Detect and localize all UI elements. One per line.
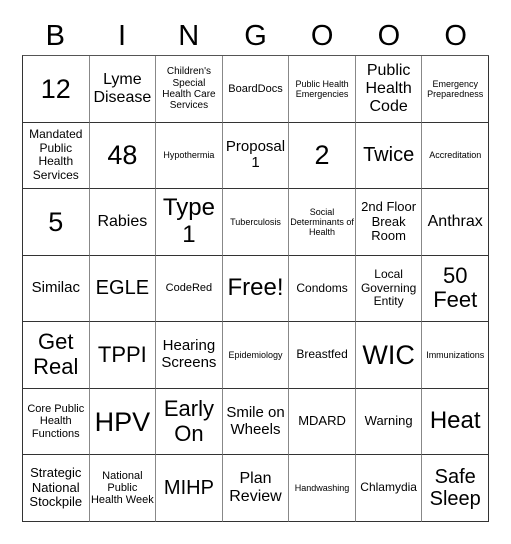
bingo-cell[interactable]: 2 — [289, 122, 356, 190]
bingo-cell[interactable]: Immunizations — [422, 322, 489, 389]
bingo-cell[interactable]: Smile on Wheels — [222, 388, 290, 456]
bingo-cell[interactable]: Condoms — [289, 255, 356, 323]
bingo-cell[interactable]: Similac — [23, 255, 90, 323]
header-letter: G — [244, 20, 267, 52]
bingo-cell[interactable]: Tuberculosis — [222, 189, 290, 256]
bingo-cell[interactable]: 5 — [23, 189, 90, 256]
bingo-cell[interactable]: Handwashing — [289, 455, 356, 522]
bingo-cell[interactable]: Hearing Screens — [156, 322, 223, 389]
header-letter: O — [444, 20, 467, 52]
bingo-cell[interactable]: Warning — [355, 388, 423, 456]
bingo-cell[interactable]: Lyme Disease — [89, 56, 157, 123]
header-letter: I — [118, 20, 127, 52]
bingo-cell[interactable]: HPV — [89, 388, 157, 456]
bingo-cell[interactable]: MIHP — [156, 455, 223, 522]
bingo-cell[interactable]: National Public Health Week — [89, 455, 157, 522]
bingo-cell[interactable]: 50 Feet — [422, 255, 489, 323]
header-letter: O — [377, 20, 401, 52]
bingo-cell[interactable]: EGLE — [89, 255, 157, 323]
bingo-cell[interactable]: Proposal 1 — [222, 122, 290, 190]
bingo-cell[interactable]: BoardDocs — [222, 56, 290, 123]
header-letter: O — [310, 20, 334, 52]
bingo-cell[interactable]: Rabies — [89, 189, 157, 256]
bingo-cell[interactable]: Strategic National Stockpile — [23, 455, 90, 522]
bingo-cell[interactable]: WIC — [355, 322, 423, 389]
bingo-cell[interactable]: Get Real — [23, 322, 90, 389]
bingo-cell[interactable]: Hypothermia — [156, 122, 223, 190]
bingo-cell[interactable]: Public Health Code — [355, 56, 423, 123]
bingo-cell[interactable]: Emergency Preparedness — [422, 56, 489, 123]
bingo-cell[interactable]: Early On — [156, 388, 223, 456]
bingo-cell[interactable]: Chlamydia — [355, 455, 423, 522]
bingo-cell free-space[interactable]: Free! — [222, 255, 290, 323]
bingo-grid: 12 Lyme Disease Children's Special Healt… — [22, 55, 489, 522]
bingo-cell[interactable]: 2nd Floor Break Room — [355, 189, 423, 256]
bingo-cell[interactable]: CodeRed — [156, 255, 223, 323]
bingo-cell[interactable]: Social Determinants of Health — [289, 189, 356, 256]
header-letter: B — [45, 20, 66, 52]
bingo-cell[interactable]: Core Public Health Functions — [23, 388, 90, 456]
bingo-cell[interactable]: 48 — [89, 122, 157, 190]
bingo-cell[interactable]: Anthrax — [422, 189, 489, 256]
bingo-cell[interactable]: Children's Special Health Care Services — [156, 56, 223, 123]
bingo-cell[interactable]: Twice — [355, 122, 423, 190]
bingo-cell[interactable]: TPPI — [89, 322, 157, 389]
bingo-cell[interactable]: Local Governing Entity — [355, 255, 423, 323]
bingo-cell[interactable]: Epidemiology — [222, 322, 290, 389]
bingo-header: B I N G O O O — [22, 18, 489, 54]
bingo-cell[interactable]: Type 1 — [156, 189, 223, 256]
bingo-cell[interactable]: MDARD — [289, 388, 356, 456]
bingo-cell[interactable]: Public Health Emergencies — [289, 56, 356, 123]
bingo-cell[interactable]: Safe Sleep — [422, 455, 489, 522]
bingo-cell[interactable]: Accreditation — [422, 122, 489, 190]
bingo-cell[interactable]: Mandated Public Health Services — [23, 122, 90, 190]
bingo-cell[interactable]: 12 — [23, 56, 90, 123]
header-letter: N — [178, 20, 200, 52]
bingo-cell[interactable]: Breastfed — [289, 322, 356, 389]
bingo-cell[interactable]: Heat — [422, 388, 489, 456]
bingo-cell[interactable]: Plan Review — [222, 455, 290, 522]
